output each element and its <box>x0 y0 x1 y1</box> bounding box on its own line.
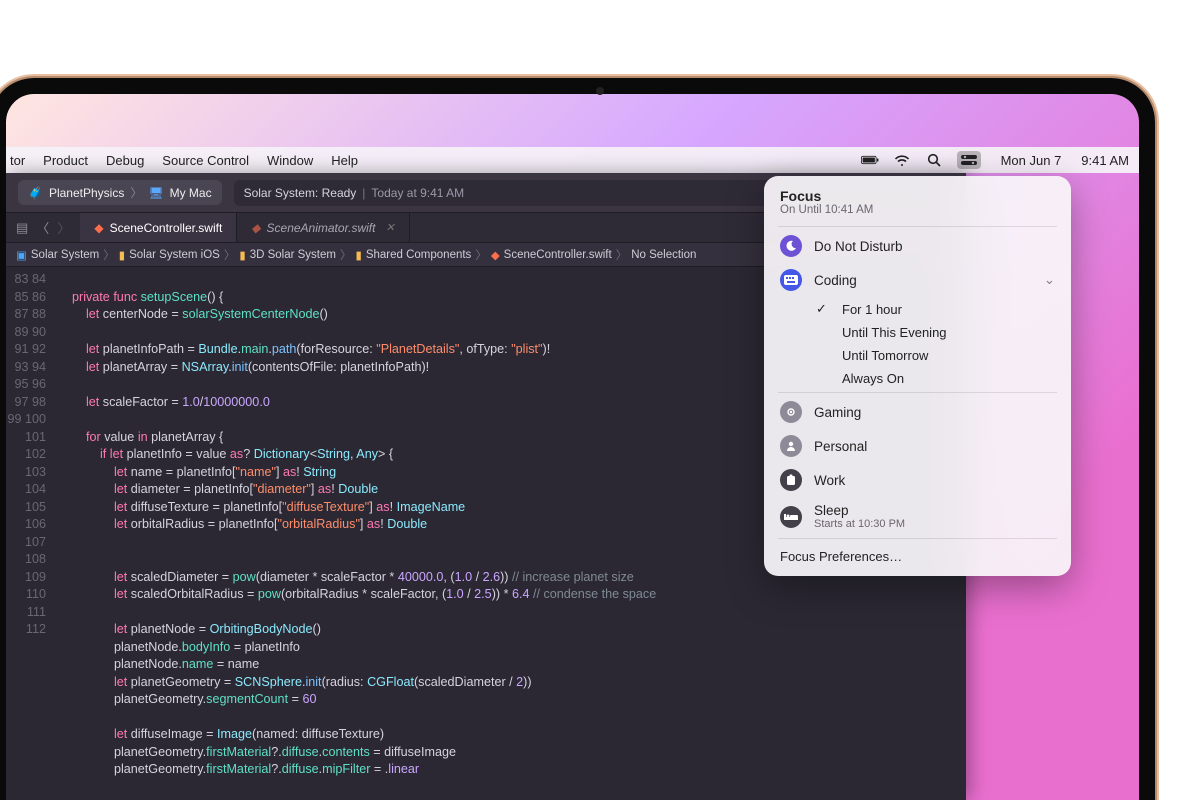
crumb[interactable]: Solar System <box>31 249 99 261</box>
folder-icon: ▮ <box>239 248 245 262</box>
menu-item-help[interactable]: Help <box>331 153 358 168</box>
focus-item-label: Sleep <box>814 503 1055 518</box>
status-left: Solar System: Ready <box>244 186 357 200</box>
crumb[interactable]: Solar System iOS <box>129 249 220 261</box>
focus-item-label: Work <box>814 473 1055 488</box>
wifi-icon[interactable] <box>893 151 911 169</box>
activity-status: Solar System: Ready | Today at 9:41 AM <box>234 180 774 206</box>
menu-item-window[interactable]: Window <box>267 153 313 168</box>
crumb[interactable]: SceneController.swift <box>504 249 612 261</box>
focus-gaming[interactable]: Gaming <box>764 395 1071 429</box>
person-icon <box>780 435 802 457</box>
menu-bar: tor Product Debug Source Control Window … <box>6 147 1139 173</box>
scheme-device: My Mac <box>170 186 212 200</box>
focus-sub-label: For 1 hour <box>842 302 902 317</box>
focus-item-sublabel: Starts at 10:30 PM <box>814 518 1055 530</box>
focus-preferences[interactable]: Focus Preferences… <box>764 541 1071 570</box>
app-icon: ▣ <box>16 248 27 262</box>
focus-item-label: Do Not Disturb <box>814 239 1055 254</box>
focus-work[interactable]: Work <box>764 463 1071 497</box>
tab-scenecontroller[interactable]: ◆ SceneController.swift <box>80 213 237 242</box>
focus-item-label: Personal <box>814 439 1055 454</box>
briefcase-icon: 🧳 <box>28 186 43 200</box>
focus-dnd[interactable]: Do Not Disturb <box>764 229 1071 263</box>
back-button[interactable]: 〈 <box>36 218 49 237</box>
line-gutter: 83 84 85 86 87 88 89 90 91 92 93 94 95 9… <box>6 267 54 800</box>
keyboard-icon <box>780 269 802 291</box>
control-center-icon[interactable] <box>957 151 981 169</box>
scheme-selector[interactable]: 🧳 PlanetPhysics 〉 🖥 My Mac <box>18 180 222 205</box>
moon-icon <box>780 235 802 257</box>
crumb[interactable]: 3D Solar System <box>250 249 336 261</box>
focus-coding-opt-always[interactable]: Always On <box>764 367 1071 390</box>
hammer-icon: 🖥 <box>148 186 163 200</box>
camera-dot <box>596 87 604 95</box>
focus-item-label: Gaming <box>814 405 1055 420</box>
tab-label: SceneController.swift <box>110 221 223 235</box>
focus-coding[interactable]: Coding ⌄ <box>764 263 1071 297</box>
gear-icon <box>780 401 802 423</box>
focus-sleep[interactable]: Sleep Starts at 10:30 PM <box>764 497 1071 536</box>
laptop-bezel: tor Product Debug Source Control Window … <box>0 78 1155 800</box>
crumb[interactable]: No Selection <box>631 249 696 261</box>
focus-coding-opt-1hour[interactable]: ✓ For 1 hour <box>764 297 1071 321</box>
status-right: Today at 9:41 AM <box>371 186 464 200</box>
forward-button[interactable]: 〉 <box>57 218 70 237</box>
focus-popover: Focus On Until 10:41 AM Do Not Disturb C… <box>764 176 1071 576</box>
swift-file-icon: ◆ <box>491 248 500 262</box>
focus-title: Focus <box>780 188 1055 204</box>
bed-icon <box>780 506 802 528</box>
focus-sub-label: Until Tomorrow <box>842 348 928 363</box>
menu-items: tor Product Debug Source Control Window … <box>10 153 358 168</box>
focus-coding-opt-tomorrow[interactable]: Until Tomorrow <box>764 344 1071 367</box>
spotlight-icon[interactable] <box>925 151 943 169</box>
related-items-icon[interactable]: ▤ <box>16 220 28 236</box>
menu-item-product[interactable]: Product <box>43 153 88 168</box>
scheme-project: PlanetPhysics <box>49 186 124 200</box>
swift-file-icon: ◆ <box>94 221 103 235</box>
menu-item-truncated[interactable]: tor <box>10 153 25 168</box>
badge-icon <box>780 469 802 491</box>
focus-subtitle: On Until 10:41 AM <box>780 204 1055 216</box>
battery-icon[interactable] <box>861 151 879 169</box>
folder-icon: ▮ <box>355 248 361 262</box>
checkmark-icon: ✓ <box>816 301 830 317</box>
menu-item-source-control[interactable]: Source Control <box>162 153 249 168</box>
crumb[interactable]: Shared Components <box>366 249 471 261</box>
focus-personal[interactable]: Personal <box>764 429 1071 463</box>
swift-file-icon: ◆ <box>251 221 260 235</box>
focus-sub-label: Always On <box>842 371 904 386</box>
close-icon[interactable]: ✕ <box>385 221 394 234</box>
focus-item-label: Coding <box>814 273 1032 288</box>
folder-icon: ▮ <box>119 248 125 262</box>
tab-label: SceneAnimator.swift <box>267 221 376 235</box>
menu-time[interactable]: 9:41 AM <box>1081 153 1129 168</box>
tab-sceneanimator[interactable]: ◆ SceneAnimator.swift ✕ <box>237 213 409 242</box>
chevron-down-icon[interactable]: ⌄ <box>1044 272 1055 288</box>
focus-sub-label: Until This Evening <box>842 325 947 340</box>
focus-coding-opt-evening[interactable]: Until This Evening <box>764 321 1071 344</box>
menu-item-debug[interactable]: Debug <box>106 153 144 168</box>
menu-date[interactable]: Mon Jun 7 <box>1001 153 1062 168</box>
